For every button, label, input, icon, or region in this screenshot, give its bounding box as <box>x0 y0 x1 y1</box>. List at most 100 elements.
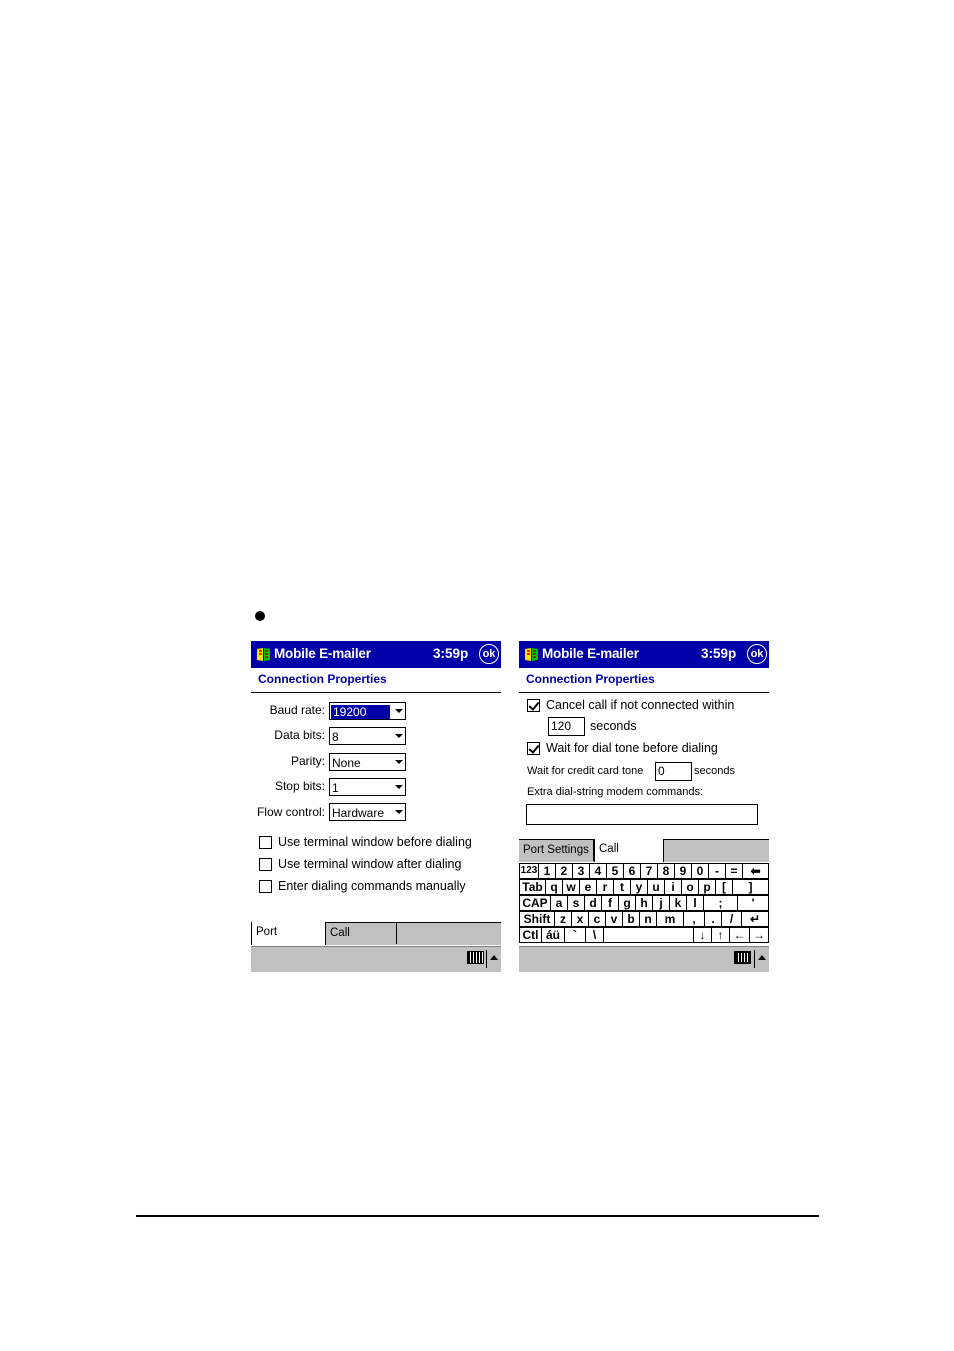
key-j[interactable]: j <box>652 895 670 911</box>
key-t[interactable]: t <box>613 879 631 895</box>
key-5[interactable]: 5 <box>606 863 624 879</box>
key-equals[interactable]: = <box>725 863 743 879</box>
key-space[interactable] <box>603 927 694 943</box>
key-c[interactable]: c <box>588 911 606 927</box>
backspace-icon[interactable]: ⬅ <box>742 863 769 879</box>
key-period[interactable]: . <box>704 911 722 927</box>
arrow-right-icon[interactable]: → <box>749 927 769 943</box>
key-e[interactable]: e <box>579 879 597 895</box>
key-quote[interactable]: ' <box>737 895 769 911</box>
enter-icon[interactable]: ↵ <box>741 911 769 927</box>
key-semicolon[interactable]: ; <box>703 895 738 911</box>
tab-port-settings[interactable]: Port Settings <box>519 840 594 861</box>
keyboard-icon[interactable] <box>467 951 484 964</box>
chevron-down-icon[interactable] <box>395 760 403 764</box>
key-tab[interactable]: Tab <box>519 879 546 895</box>
tab-bar: Port Settings Call Options <box>251 922 501 960</box>
arrow-up-icon[interactable]: ↑ <box>711 927 730 943</box>
key-accents[interactable]: áü <box>541 927 565 943</box>
key-h[interactable]: h <box>635 895 653 911</box>
key-right-bracket[interactable]: ] <box>732 879 769 895</box>
key-l[interactable]: l <box>686 895 704 911</box>
parity-select[interactable]: None <box>329 753 406 771</box>
key-b[interactable]: b <box>622 911 640 927</box>
tab-call-options[interactable]: Call Options <box>326 923 397 960</box>
key-slash[interactable]: / <box>721 911 742 927</box>
keyboard-row-3: CAP a s d f g h j k l ; ' <box>519 895 769 911</box>
key-r[interactable]: r <box>596 879 614 895</box>
baud-rate-select[interactable]: 19200 <box>329 702 406 720</box>
cancel-seconds-input[interactable]: 120 <box>548 717 585 736</box>
keyboard-row-4: Shift z x c v b n m , . / ↵ <box>519 911 769 927</box>
key-3[interactable]: 3 <box>572 863 590 879</box>
key-9[interactable]: 9 <box>674 863 692 879</box>
key-0[interactable]: 0 <box>691 863 709 879</box>
stop-bits-select[interactable]: 1 <box>329 778 406 796</box>
soft-keyboard: 123 1 2 3 4 5 6 7 8 9 0 - = ⬅ Tab q w e … <box>519 862 769 946</box>
wait-dial-tone-label: Wait for dial tone before dialing <box>546 741 718 755</box>
keyboard-icon[interactable] <box>734 951 751 964</box>
key-f[interactable]: f <box>601 895 619 911</box>
chevron-down-icon[interactable] <box>395 709 403 713</box>
ok-button[interactable]: ok <box>479 644 499 664</box>
tab-port-settings[interactable]: Port Settings <box>251 922 326 959</box>
extra-commands-label: Extra dial-string modem commands: <box>527 786 704 798</box>
key-u[interactable]: u <box>647 879 665 895</box>
key-w[interactable]: w <box>562 879 580 895</box>
key-a[interactable]: a <box>550 895 568 911</box>
terminal-after-label: Use terminal window after dialing <box>278 857 462 871</box>
key-8[interactable]: 8 <box>657 863 675 879</box>
sip-arrow-icon[interactable] <box>486 950 499 968</box>
key-4[interactable]: 4 <box>589 863 607 879</box>
chevron-down-icon[interactable] <box>395 734 403 738</box>
key-left-bracket[interactable]: [ <box>715 879 733 895</box>
key-m[interactable]: m <box>656 911 684 927</box>
key-k[interactable]: k <box>669 895 687 911</box>
credit-card-label: Wait for credit card tone <box>527 765 644 777</box>
key-s[interactable]: s <box>567 895 585 911</box>
arrow-down-icon[interactable]: ↓ <box>693 927 712 943</box>
key-shift[interactable]: Shift <box>519 911 555 927</box>
extra-commands-input[interactable] <box>526 804 758 825</box>
key-backtick[interactable]: ` <box>564 927 586 943</box>
arrow-left-icon[interactable]: ← <box>729 927 750 943</box>
flow-control-value: Hardware <box>332 806 385 820</box>
key-x[interactable]: x <box>571 911 589 927</box>
key-1[interactable]: 1 <box>538 863 556 879</box>
credit-card-input[interactable]: 0 <box>655 762 692 781</box>
chevron-down-icon[interactable] <box>395 810 403 814</box>
key-o[interactable]: o <box>681 879 699 895</box>
key-n[interactable]: n <box>639 911 657 927</box>
key-7[interactable]: 7 <box>640 863 658 879</box>
key-2[interactable]: 2 <box>555 863 573 879</box>
key-d[interactable]: d <box>584 895 602 911</box>
data-bits-select[interactable]: 8 <box>329 727 406 745</box>
key-backslash[interactable]: \ <box>585 927 604 943</box>
chevron-down-icon[interactable] <box>395 785 403 789</box>
key-v[interactable]: v <box>605 911 623 927</box>
key-y[interactable]: y <box>630 879 648 895</box>
checkbox[interactable] <box>527 699 540 712</box>
sip-arrow-icon[interactable] <box>754 950 767 968</box>
key-ctrl[interactable]: Ctl <box>519 927 542 943</box>
checkbox[interactable] <box>527 742 540 755</box>
ok-button[interactable]: ok <box>747 644 767 664</box>
key-g[interactable]: g <box>618 895 636 911</box>
app-title: Mobile E-mailer <box>542 646 639 661</box>
key-123[interactable]: 123 <box>519 863 539 879</box>
key-minus[interactable]: - <box>708 863 726 879</box>
key-z[interactable]: z <box>554 911 572 927</box>
key-i[interactable]: i <box>664 879 682 895</box>
flow-control-select[interactable]: Hardware <box>329 803 406 821</box>
checkbox[interactable] <box>259 880 272 893</box>
key-6[interactable]: 6 <box>623 863 641 879</box>
checkbox[interactable] <box>259 858 272 871</box>
key-p[interactable]: p <box>698 879 716 895</box>
key-comma[interactable]: , <box>683 911 705 927</box>
key-q[interactable]: q <box>545 879 563 895</box>
app-start-icon[interactable] <box>523 646 540 663</box>
checkbox[interactable] <box>259 836 272 849</box>
tab-call-options[interactable]: Call Options <box>594 839 664 876</box>
key-caps[interactable]: CAP <box>519 895 551 911</box>
app-start-icon[interactable] <box>255 646 272 663</box>
